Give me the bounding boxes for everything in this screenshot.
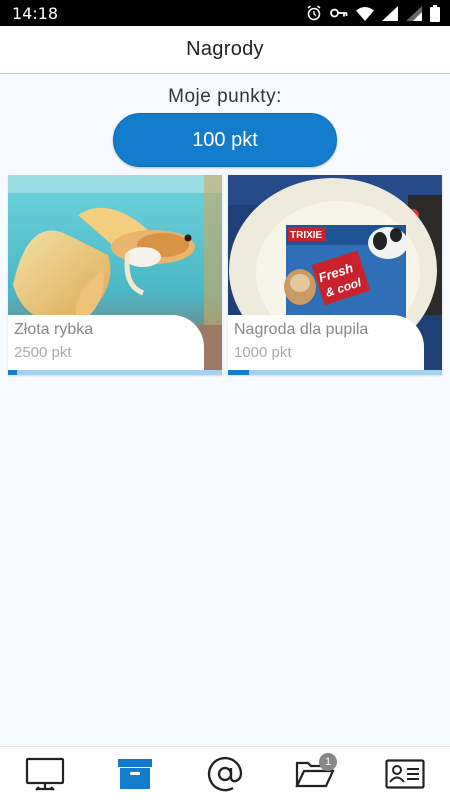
nav-item-profile[interactable]: [375, 749, 435, 799]
app-header: Nagrody: [0, 26, 450, 74]
reward-progress-fill: [228, 370, 250, 375]
at-sign-icon: [207, 756, 243, 791]
trixie-logo-text: TRIXIE: [290, 230, 323, 241]
reward-info: Złota rybka 2500 pkt: [8, 315, 204, 370]
reward-progress-fill: [8, 370, 17, 375]
wifi-icon: [356, 6, 374, 21]
points-label: Moje punkty:: [168, 86, 282, 107]
reward-name: Złota rybka: [14, 321, 94, 338]
nav-item-rewards[interactable]: [105, 749, 165, 799]
notification-badge: 1: [319, 752, 337, 771]
key-icon: [330, 8, 348, 18]
reward-cost: 1000 pkt: [234, 344, 292, 361]
status-bar: 14:18: [0, 0, 450, 26]
reward-info: Nagroda dla pupila 1000 pkt: [228, 315, 424, 370]
reward-card[interactable]: TRIXIE Fresh & cool Nagroda dla pupila 1…: [228, 175, 442, 375]
alarm-icon: [307, 5, 321, 21]
monitor-icon: [25, 757, 65, 791]
reward-progress-bar: [8, 370, 222, 375]
reward-name: Nagroda dla pupila: [234, 321, 369, 338]
bottom-nav: 1: [0, 746, 450, 800]
status-icons: [306, 4, 440, 22]
contact-card-icon: [385, 758, 425, 789]
nav-item-documents[interactable]: 1: [285, 749, 345, 799]
points-button[interactable]: 100 pkt: [113, 113, 337, 167]
nav-item-monitor[interactable]: [15, 749, 75, 799]
signal-icon: [382, 5, 398, 21]
status-time: 14:18: [12, 3, 59, 23]
signal-icon-secondary: [406, 5, 422, 21]
reward-card[interactable]: Złota rybka 2500 pkt: [8, 175, 222, 375]
battery-icon: [430, 4, 440, 22]
archive-box-icon: [118, 758, 152, 789]
page-title: Nagrody: [186, 38, 264, 60]
reward-progress-bar: [228, 370, 442, 375]
reward-cost: 2500 pkt: [14, 344, 72, 361]
nav-item-contact-email[interactable]: [195, 749, 255, 799]
